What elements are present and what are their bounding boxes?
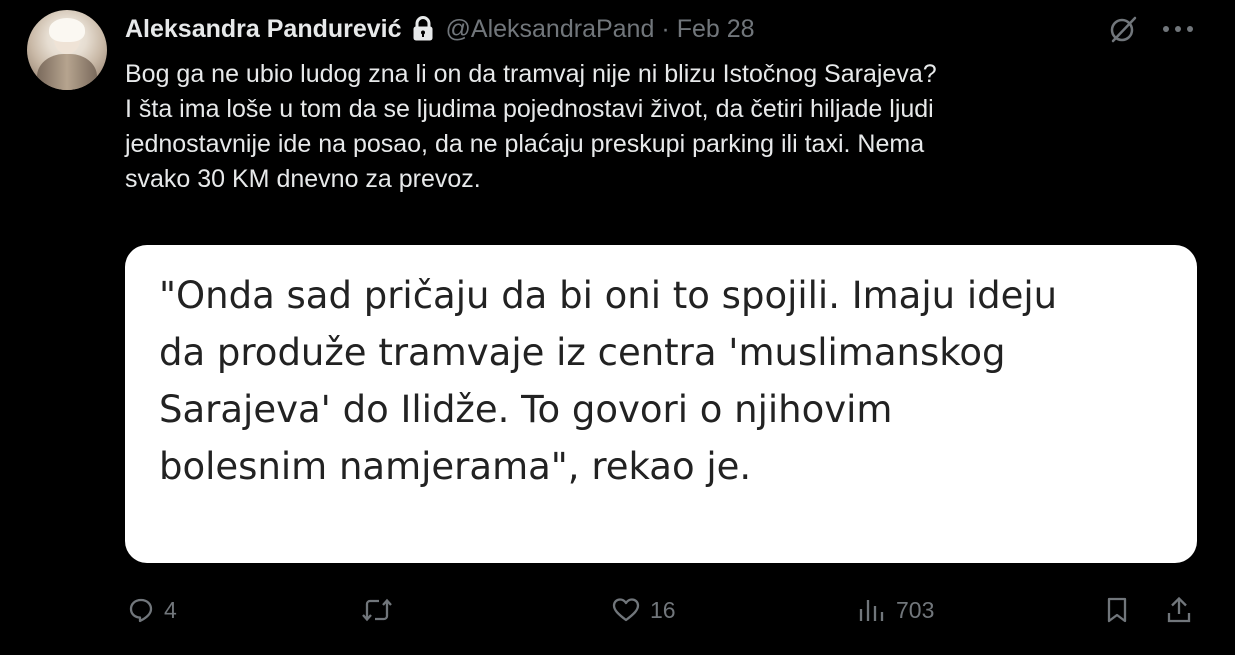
like-button[interactable]: 16 [612,590,676,630]
retweet-button[interactable] [362,590,402,630]
tweet-header: Aleksandra Pandurević @AleksandraPand · … [125,12,755,46]
more-icon[interactable] [1158,14,1198,44]
retweet-icon [362,598,392,622]
lock-icon [412,16,434,42]
views-icon [859,600,884,621]
tweet[interactable]: Aleksandra Pandurević @AleksandraPand · … [0,0,1235,655]
views-button[interactable]: 703 [858,590,934,630]
bookmark-button[interactable] [1104,590,1130,630]
avatar-hair [49,18,85,42]
grok-icon[interactable] [1108,14,1138,44]
views-count: 703 [896,596,935,623]
share-button[interactable] [1166,590,1192,630]
heart-icon [612,598,640,622]
like-count: 16 [650,596,676,623]
share-icon [1167,596,1191,623]
tweet-media-image[interactable]: "Onda sad pričaju da bi oni to spojili. … [125,245,1197,563]
media-quote-line: da produže tramvaje iz centra 'muslimans… [159,331,1006,374]
media-quote-line: "Onda sad pričaju da bi oni to spojili. … [159,274,1058,317]
reply-count: 4 [164,596,177,623]
tweet-text-line: Bog ga ne ubio ludog zna li on da tramva… [125,60,937,88]
author-name[interactable]: Aleksandra Pandurević [125,15,402,44]
media-quote-line: bolesnim namjerama", rekao je. [159,445,752,488]
tweet-actions: 4 16 703 [0,590,1235,630]
bookmark-icon [1107,597,1127,623]
avatar-body [37,54,97,90]
avatar[interactable] [27,10,107,90]
reply-icon [129,598,153,623]
media-quote-text: "Onda sad pričaju da bi oni to spojili. … [159,267,1179,495]
tweet-text: Bog ga ne ubio ludog zna li on da tramva… [125,57,1205,197]
separator-dot: · [661,14,670,43]
tweet-date[interactable]: Feb 28 [677,15,755,44]
reply-button[interactable]: 4 [128,590,177,630]
media-quote-line: Sarajeva' do Ilidže. To govori o njihovi… [159,388,893,431]
tweet-text-line: svako 30 KM dnevno za prevoz. [125,165,481,193]
tweet-text-line: jednostavnije ide na posao, da ne plaćaj… [125,130,925,158]
tweet-text-line: I šta ima loše u tom da se ljudima pojed… [125,95,934,123]
author-handle[interactable]: @AleksandraPand [446,15,655,44]
